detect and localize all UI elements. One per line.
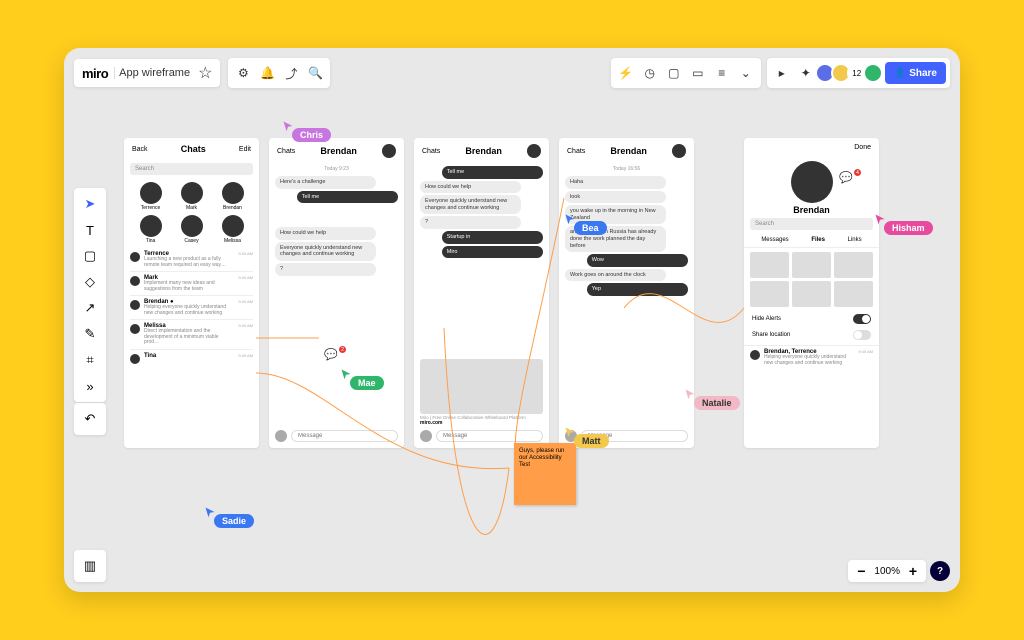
bolt-icon[interactable]: ⚡ (615, 62, 637, 84)
zoom-out-button[interactable]: − (852, 562, 870, 580)
cursor-hisham: Hisham (874, 213, 933, 235)
list-icon[interactable]: ≡ (711, 62, 733, 84)
help-button[interactable]: ? (930, 561, 950, 581)
more-tools[interactable]: » (78, 374, 102, 398)
comment-badge[interactable]: 💬4 (839, 171, 859, 187)
profile-avatar (791, 161, 833, 203)
miro-logo: miro (82, 66, 108, 81)
present-icon[interactable]: ▭ (687, 62, 709, 84)
wireframe-chat-1[interactable]: ChatsBrendan Today 9:23 Here's a challen… (269, 138, 404, 448)
collaborator-avatars[interactable]: 12 (819, 62, 883, 84)
select-tool[interactable]: ➤ (78, 192, 102, 216)
board-name[interactable]: App wireframe (114, 67, 194, 79)
zoom-in-button[interactable]: + (904, 562, 922, 580)
search-icon[interactable]: 🔍 (304, 62, 326, 84)
toggle-share-location[interactable] (853, 330, 871, 340)
shape-tool[interactable]: ◇ (78, 270, 102, 294)
wireframe-chat-2[interactable]: ChatsBrendan Tell me How could we help E… (414, 138, 549, 448)
chat-list-item[interactable]: MelissaDirect implementation and the dev… (130, 319, 253, 349)
avatar-icon (382, 144, 396, 158)
title-chats: Chats (181, 144, 206, 154)
text-tool[interactable]: T (78, 218, 102, 242)
comment-badge[interactable]: 💬2 (324, 348, 344, 364)
chat-list-item[interactable]: MarkImplement many new ideas and suggest… (130, 271, 253, 295)
undo-button[interactable]: ↶ (78, 407, 102, 431)
share-button[interactable]: 👤 Share (885, 62, 946, 84)
wireframe-chat-3[interactable]: ChatsBrendan Today 16:56 Haha look you w… (559, 138, 694, 448)
settings-icon[interactable]: ⚙ (232, 62, 254, 84)
message-input[interactable] (291, 430, 398, 442)
frame-tool[interactable]: ⌗ (78, 348, 102, 372)
arrow-tool[interactable]: ↗ (78, 296, 102, 320)
chat-list-item[interactable]: TerrenceLaunching a new product as a ful… (130, 248, 253, 271)
sticky-note[interactable]: Guys, please run our Accessibility Test (514, 443, 576, 505)
header-actions: ⚙ 🔔 ⤴ 🔍 (228, 58, 330, 88)
pen-tool[interactable]: ✎ (78, 322, 102, 346)
minimap-icon[interactable]: ▥ (78, 554, 102, 578)
brand-box[interactable]: miro App wireframe ☆ (74, 59, 220, 87)
toggle-hide-alerts[interactable] (853, 314, 871, 324)
export-icon[interactable]: ⤴ (280, 62, 302, 84)
bell-icon[interactable]: 🔔 (256, 62, 278, 84)
left-toolbar: ➤ T ▢ ◇ ↗ ✎ ⌗ » (74, 188, 106, 402)
more-icon[interactable]: ⌄ (735, 62, 757, 84)
chat-list-item[interactable]: Tina9:40 AM (130, 349, 253, 367)
cursor-sadie: Sadie (204, 506, 254, 528)
timer-icon[interactable]: ◷ (639, 62, 661, 84)
chat-list-item[interactable]: Brendan ●Helping everyone quickly unders… (130, 295, 253, 319)
search-field[interactable]: Search (130, 163, 253, 175)
attachment-image (420, 359, 543, 414)
back-label[interactable]: Back (132, 146, 148, 153)
cursor-tool-icon[interactable]: ▸ (771, 62, 793, 84)
zoom-control: − 100% + (848, 560, 926, 582)
edit-label[interactable]: Edit (239, 146, 251, 153)
star-icon[interactable]: ☆ (198, 63, 212, 83)
reactions-icon[interactable]: ✦ (795, 62, 817, 84)
sticky-tool[interactable]: ▢ (78, 244, 102, 268)
screen-icon[interactable]: ▢ (663, 62, 685, 84)
zoom-level[interactable]: 100% (874, 566, 900, 577)
wireframe-chats[interactable]: BackChatsEdit Search TerrenceMarkBrendan… (124, 138, 259, 448)
